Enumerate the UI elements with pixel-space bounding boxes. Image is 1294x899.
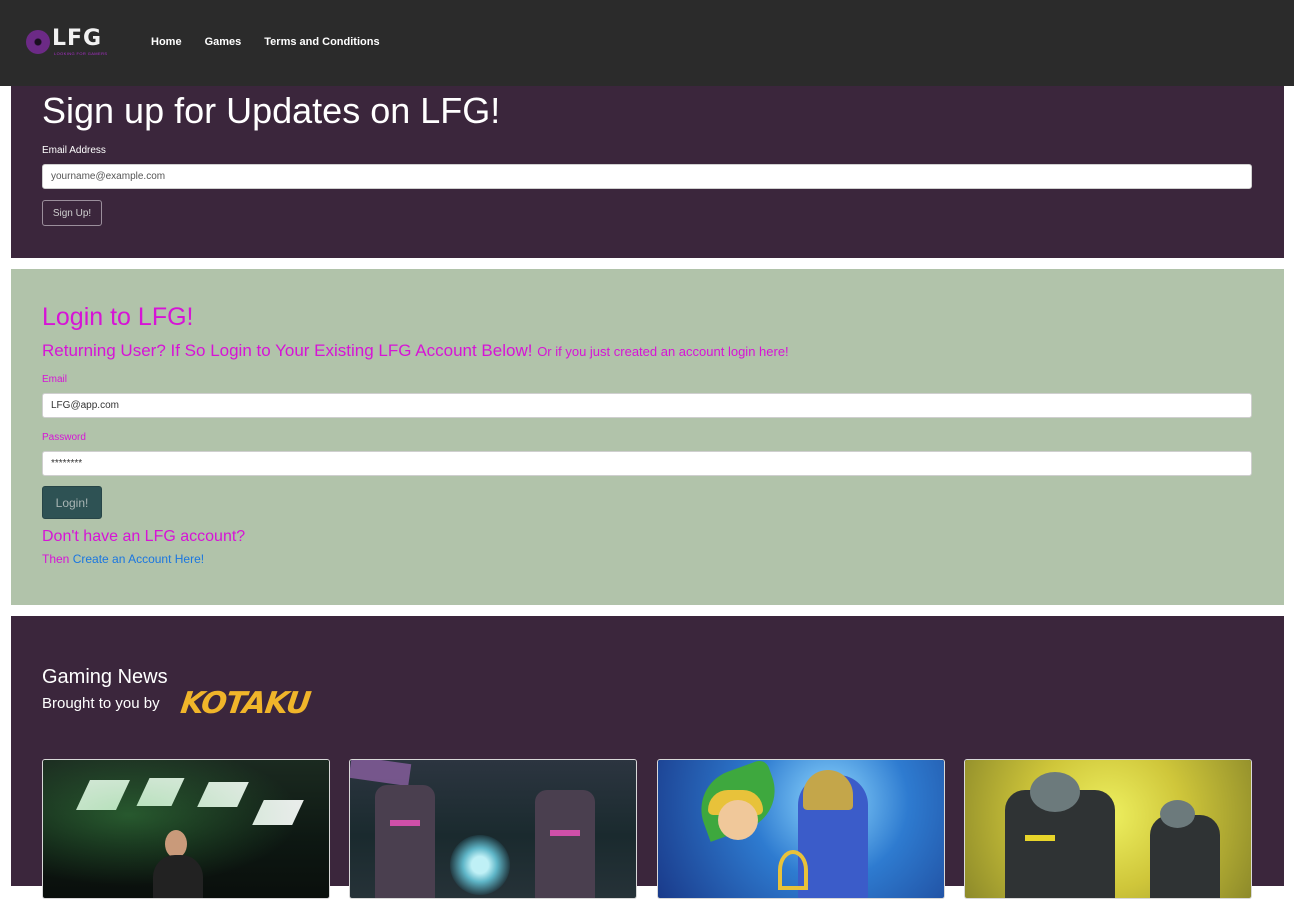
kotaku-logo[interactable]: KOTAKU [178, 685, 313, 721]
signup-email-input[interactable] [42, 164, 1252, 189]
login-button[interactable]: Login! [42, 486, 102, 519]
login-subtitle-small: Or if you just created an account login … [537, 344, 789, 359]
logo-mark: LFG [52, 26, 103, 51]
login-subtitle: Returning User? If So Login to Your Exis… [42, 341, 789, 361]
nav-home-link[interactable]: Home [151, 36, 182, 48]
logo-disc-icon [26, 30, 50, 54]
login-password-label: Password [42, 432, 86, 443]
no-account-heading: Don't have an LFG account? [42, 528, 246, 545]
gaming-news-section: Gaming News Brought to you by KOTAKU [11, 616, 1284, 899]
create-account-link[interactable]: Create an Account Here! [73, 552, 204, 566]
news-image-2 [350, 760, 636, 898]
navbar: LFG LOOKING FOR GAMERS Home Games Terms … [0, 0, 1294, 86]
signup-email-label: Email Address [42, 145, 106, 156]
news-title: Gaming News [42, 666, 168, 688]
login-section: Login to LFG! Returning User? If So Logi… [11, 269, 1284, 605]
sign-up-button[interactable]: Sign Up! [42, 200, 102, 226]
signup-section: Sign up for Updates on LFG! Email Addres… [11, 86, 1284, 258]
news-image-1 [43, 760, 329, 898]
news-subtitle: Brought to you by [42, 695, 160, 712]
nav-games-link[interactable]: Games [205, 36, 242, 48]
news-image-3 [658, 760, 944, 898]
nav-terms-link[interactable]: Terms and Conditions [264, 36, 379, 48]
nav-links: Home Games Terms and Conditions [151, 36, 380, 48]
login-email-input[interactable] [42, 393, 1252, 418]
login-title: Login to LFG! [42, 303, 194, 331]
then-text: Then [42, 552, 70, 566]
news-card[interactable] [964, 759, 1252, 899]
news-card[interactable] [657, 759, 945, 899]
news-image-4 [965, 760, 1251, 898]
login-password-input[interactable] [42, 451, 1252, 476]
news-card[interactable] [42, 759, 330, 899]
create-account-line: Then Create an Account Here! [42, 552, 204, 566]
signup-title: Sign up for Updates on LFG! [42, 90, 501, 131]
kotaku-logo-text: KOTAKU [178, 685, 313, 721]
news-card[interactable] [349, 759, 637, 899]
login-subtitle-main: Returning User? If So Login to Your Exis… [42, 341, 533, 360]
login-email-label: Email [42, 374, 68, 385]
lfg-logo[interactable]: LFG LOOKING FOR GAMERS [24, 26, 108, 58]
logo-tagline: LOOKING FOR GAMERS [54, 51, 108, 56]
